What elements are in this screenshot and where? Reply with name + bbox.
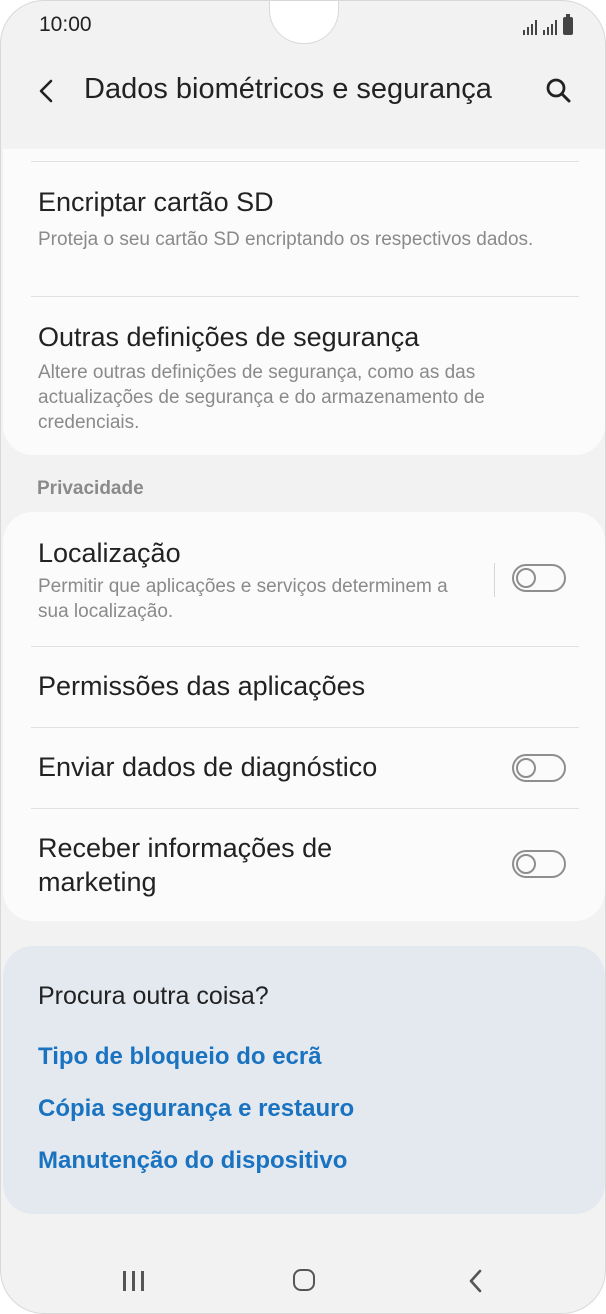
back-button[interactable] [31, 71, 67, 111]
status-time: 10:00 [39, 13, 92, 36]
item-title: Encriptar cartão SD [38, 187, 274, 217]
back-arrow-icon [469, 1269, 482, 1293]
item-subtitle: Altere outras definições de segurança, c… [38, 362, 485, 433]
toggle-knob [516, 568, 536, 588]
encrypt-sd-item[interactable]: Encriptar cartão SD Proteja o seu cartão… [3, 163, 605, 297]
recent-apps-button[interactable] [119, 1269, 149, 1293]
divider [31, 161, 579, 162]
app-permissions-item[interactable]: Permissões das aplicações [3, 647, 605, 727]
phone-screen: 10:00 Dados biométricos e segurança Encr… [0, 0, 606, 1314]
chevron-left-icon [39, 79, 53, 103]
separator [494, 563, 495, 597]
navigation-bar [1, 1251, 605, 1311]
item-title: Permissões das aplicações [38, 671, 366, 701]
camera-notch [269, 1, 339, 44]
security-card: Encriptar cartão SD Proteja o seu cartão… [3, 149, 605, 455]
marketing-item[interactable]: Receber informações de marketing [3, 809, 493, 921]
toggle-knob [516, 854, 536, 874]
home-button[interactable] [293, 1269, 315, 1291]
suggestions-card: Procura outra coisa? Tipo de bloqueio do… [3, 946, 605, 1214]
recent-apps-icon [123, 1271, 126, 1291]
item-subtitle: Permitir que aplicações e serviços deter… [38, 576, 448, 622]
signal-icon [523, 19, 537, 35]
marketing-toggle[interactable] [512, 850, 566, 878]
section-label: Privacidade [37, 478, 144, 499]
diagnostic-toggle[interactable] [512, 754, 566, 782]
page-title: Dados biométricos e segurança [84, 73, 492, 105]
other-security-item[interactable]: Outras definições de segurança Altere ou… [3, 298, 605, 454]
diagnostic-item[interactable]: Enviar dados de diagnóstico [3, 728, 493, 808]
item-title: Outras definições de segurança [38, 322, 420, 352]
item-subtitle: Proteja o seu cartão SD encriptando os r… [38, 229, 534, 250]
signal-icon-2 [543, 19, 557, 35]
location-toggle[interactable] [512, 564, 566, 592]
status-icons [523, 13, 573, 35]
divider [31, 296, 579, 297]
nav-back-button[interactable] [463, 1267, 489, 1295]
toggle-knob [516, 758, 536, 778]
link-device-maintenance[interactable]: Manutenção do dispositivo [38, 1147, 347, 1175]
search-button[interactable] [539, 71, 579, 111]
suggestions-title: Procura outra coisa? [38, 982, 269, 1010]
location-item[interactable]: Localização Permitir que aplicações e se… [3, 512, 483, 646]
link-screen-lock-type[interactable]: Tipo de bloqueio do ecrã [38, 1043, 322, 1071]
app-header: Dados biométricos e segurança [1, 63, 605, 119]
search-icon [546, 78, 571, 103]
battery-icon [563, 14, 573, 35]
item-title: Receber informações de marketing [38, 833, 333, 897]
link-backup-restore[interactable]: Cópia segurança e restauro [38, 1095, 354, 1123]
item-title: Localização [38, 538, 181, 568]
item-title: Enviar dados de diagnóstico [38, 752, 378, 782]
